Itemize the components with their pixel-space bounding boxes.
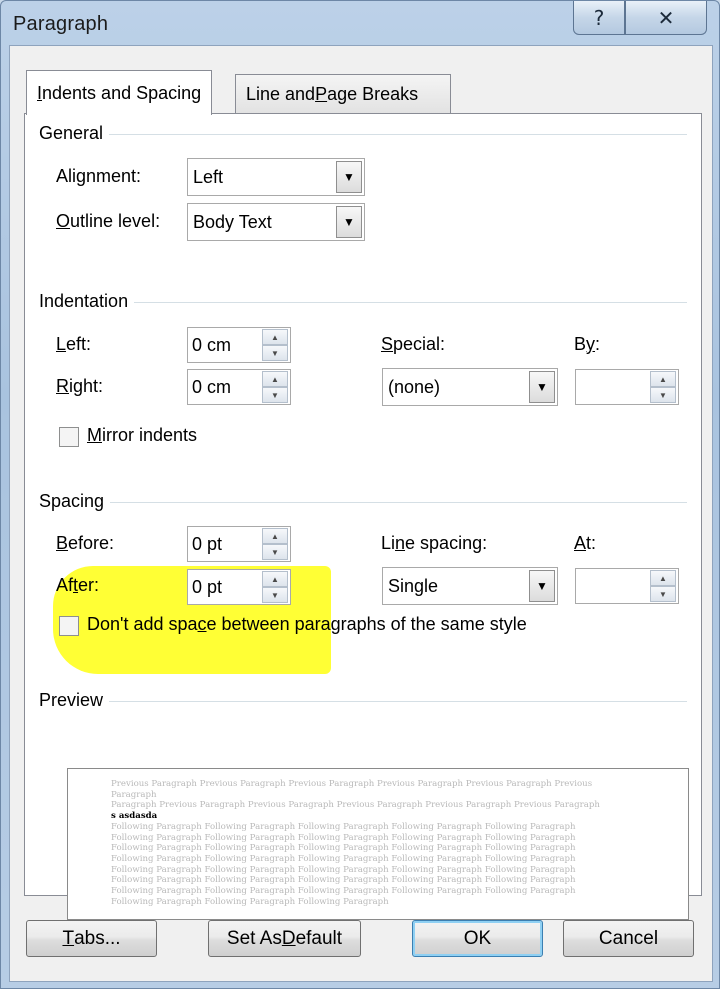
indent-left-spinner[interactable]: 0 cm ▲ ▼ [187,327,291,363]
general-heading: General [39,123,110,144]
cancel-button[interactable]: Cancel [563,920,694,957]
spin-up-icon: ▲ [650,371,676,387]
spacing-after-label: After: [56,575,100,595]
mirror-indents-checkbox[interactable] [59,427,79,447]
spacing-after-value: 0 pt [192,576,223,597]
close-icon: ✕ [657,5,675,30]
mirror-indents-label[interactable]: Mirror indents [87,425,197,446]
line-spacing-value: Single [388,575,439,596]
by-label: By: [574,334,601,354]
current-paragraph-line: s asdasda [111,811,158,822]
spin-up-icon: ▲ [262,571,288,587]
following-paragraph-line: Following Paragraph Following Paragraph … [111,886,576,897]
close-button[interactable]: ✕ [625,1,707,35]
preview-divider [49,701,687,702]
outline-level-value: Body Text [193,211,272,232]
following-paragraph-line: Following Paragraph Following Paragraph … [111,832,576,843]
dialog-title: Paragraph [13,13,109,35]
following-paragraph-line: Following Paragraph Following Paragraph … [111,864,576,875]
outline-level-select[interactable]: Body Text ▼ [187,203,365,241]
previous-paragraph-line: Paragraph Previous Paragraph Previous Pa… [111,800,600,811]
line-spacing-select[interactable]: Single ▼ [382,567,558,605]
indentation-divider [49,302,687,303]
spin-up-icon: ▲ [262,371,288,387]
alignment-select[interactable]: Left ▼ [187,158,365,196]
indent-left-label: Left: [56,334,92,354]
outline-level-label: Outline level: [56,211,161,231]
help-button[interactable]: ? [573,1,625,35]
chevron-down-icon[interactable]: ▼ [529,570,555,602]
indent-right-label: Right: [56,376,104,396]
set-as-default-button[interactable]: Set As Default [208,920,361,957]
chevron-down-icon[interactable]: ▼ [336,206,362,238]
paragraph-dialog: Paragraph ? ✕ Indents and Spacing Line a… [0,0,720,989]
spin-down-icon: ▼ [650,387,676,403]
ok-button[interactable]: OK [412,920,543,957]
spin-down-icon: ▼ [650,586,676,602]
tab-panel: General Alignment: Left ▼ Outline level:… [24,113,702,920]
dont-add-space-checkbox[interactable] [59,616,79,636]
indent-right-value: 0 cm [192,376,232,397]
tabs-button[interactable]: Tabs... [26,920,157,957]
spacing-after-spinner[interactable]: 0 pt ▲ ▼ [187,569,291,605]
tab-indents-and-spacing[interactable]: Indents and Spacing [26,70,213,115]
following-paragraph-line: Following Paragraph Following Paragraph … [111,821,576,832]
spinner-arrows[interactable]: ▲ ▼ [650,371,676,403]
tab-line-and-page-breaks[interactable]: Line and Page Breaks [235,74,451,114]
spacing-heading: Spacing [39,491,111,512]
spin-down-icon: ▼ [262,544,288,560]
spin-down-icon: ▼ [262,587,288,603]
help-icon: ? [593,5,605,30]
chevron-down-icon[interactable]: ▼ [529,371,555,403]
following-paragraph-line: Following Paragraph Following Paragraph … [111,843,576,854]
at-label: At: [574,533,597,553]
preview-box: Previous Paragraph Previous Paragraph Pr… [67,768,689,920]
spin-up-icon: ▲ [262,528,288,544]
alignment-value: Left [193,166,224,187]
special-select[interactable]: (none) ▼ [382,368,558,406]
indent-left-value: 0 cm [192,334,232,355]
previous-paragraph-line: Previous Paragraph Previous Paragraph Pr… [111,779,593,800]
spin-down-icon: ▼ [262,387,288,403]
preview-heading: Preview [39,690,110,711]
spacing-before-spinner[interactable]: 0 pt ▲ ▼ [187,526,291,562]
indent-right-spinner[interactable]: 0 cm ▲ ▼ [187,369,291,405]
preview-text: Previous Paragraph Previous Paragraph Pr… [111,779,611,907]
spinner-arrows[interactable]: ▲ ▼ [262,371,288,403]
indentation-heading: Indentation [39,291,135,312]
following-paragraph-line: Following Paragraph Following Paragraph … [111,853,576,864]
by-spinner[interactable]: ▲ ▼ [575,369,679,405]
spinner-arrows[interactable]: ▲ ▼ [262,571,288,603]
following-paragraph-line: Following Paragraph Following Paragraph … [111,875,576,886]
spacing-before-value: 0 pt [192,533,223,554]
spin-up-icon: ▲ [650,570,676,586]
spinner-arrows[interactable]: ▲ ▼ [650,570,676,602]
at-spinner[interactable]: ▲ ▼ [575,568,679,604]
chevron-down-icon[interactable]: ▼ [336,161,362,193]
general-divider [49,134,687,135]
spin-down-icon: ▼ [262,345,288,361]
spinner-arrows[interactable]: ▲ ▼ [262,329,288,361]
spinner-arrows[interactable]: ▲ ▼ [262,528,288,560]
special-value: (none) [388,376,441,397]
spacing-divider [49,502,687,503]
title-bar[interactable]: Paragraph ? ✕ [1,1,719,45]
alignment-label: Alignment: [56,166,142,186]
special-label: Special: [381,334,446,354]
spacing-before-label: Before: [56,533,115,553]
spin-up-icon: ▲ [262,329,288,345]
dont-add-space-label[interactable]: Don't add space between paragraphs of th… [87,614,527,635]
dialog-client-area: Indents and Spacing Line and Page Breaks… [9,45,713,982]
following-paragraph-line: Following Paragraph Following Paragraph … [111,896,389,907]
line-spacing-label: Line spacing: [381,533,488,553]
